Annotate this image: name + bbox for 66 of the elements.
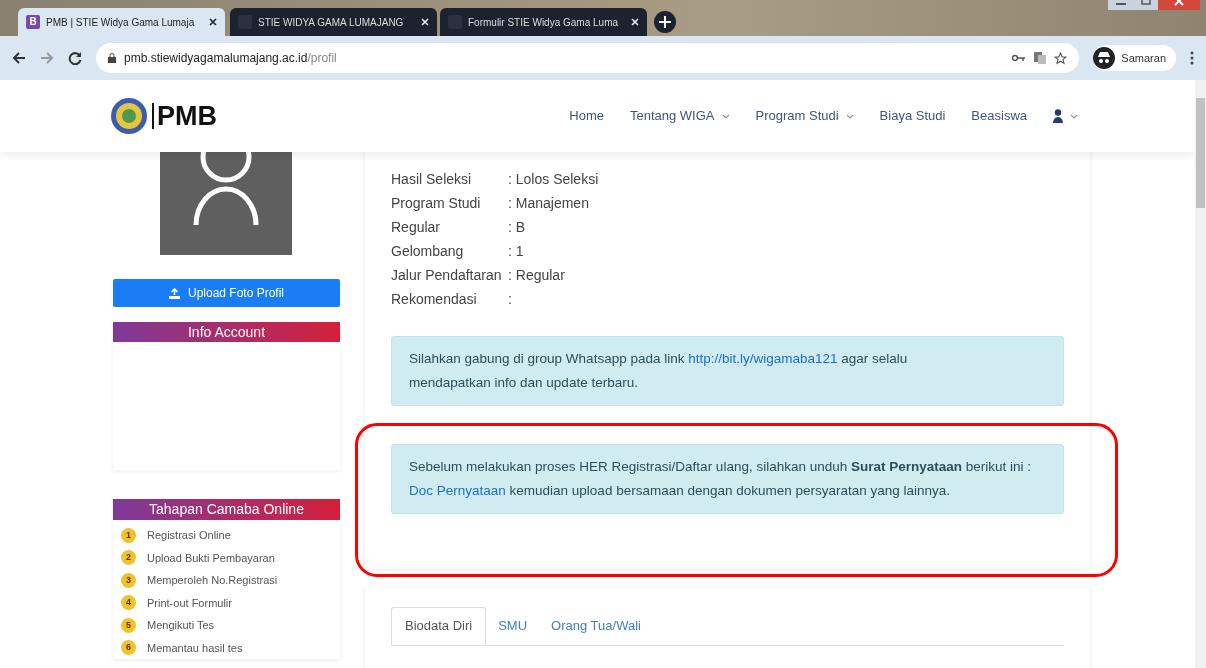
nav-link[interactable]: Tentang WIGA bbox=[629, 106, 730, 126]
step-number: 1 bbox=[121, 527, 136, 543]
field-label: Gelombang bbox=[391, 241, 465, 261]
key-icon[interactable] bbox=[1012, 54, 1027, 62]
browser-tab[interactable]: Formulir STIE Widya Gama Luma bbox=[440, 8, 647, 36]
info-alert: Sebelum melakukan proses HER Registrasi/Daftar ulang, silahkan unduh Surat Pernyataan berikut ini : Doc Pernyataan kemudian upload bersamaan dengan dokumen persyaratan yang lainnya. bbox=[391, 444, 1064, 514]
step-number: 3 bbox=[121, 572, 136, 588]
field-value: : Regular bbox=[508, 265, 565, 285]
detail-tab[interactable]: Biodata Diri bbox=[391, 607, 487, 645]
field-value: : 1 bbox=[508, 241, 524, 261]
browser-tab[interactable]: STIE WIDYA GAMA LUMAJANG bbox=[230, 8, 437, 36]
translate-icon[interactable] bbox=[1034, 52, 1047, 64]
upload-icon bbox=[168, 287, 180, 299]
nav-link[interactable]: Home bbox=[569, 106, 604, 126]
step-number: 6 bbox=[121, 640, 136, 656]
nav-link[interactable]: Biaya Studi bbox=[879, 106, 946, 126]
field-label: Regular bbox=[391, 217, 442, 237]
user-menu[interactable] bbox=[1053, 109, 1078, 123]
detail-tab[interactable]: SMU bbox=[486, 607, 540, 645]
brand-name[interactable]: PMB bbox=[157, 95, 217, 137]
step-label: Print-out Formulir bbox=[147, 595, 232, 611]
favicon: B bbox=[26, 15, 40, 29]
link[interactable]: http://bit.ly/wigamaba121 bbox=[688, 351, 838, 366]
field-label: Rekomendasi bbox=[391, 289, 478, 309]
scrollbar[interactable] bbox=[1195, 80, 1206, 668]
nav-link[interactable]: Beasiswa bbox=[971, 106, 1027, 126]
field-value: : Manajemen bbox=[508, 193, 589, 213]
logo-icon bbox=[110, 97, 148, 135]
field-value: : bbox=[508, 289, 512, 309]
browser-tab[interactable]: B PMB | STIE Widya Gama Lumaja bbox=[18, 8, 225, 36]
tab-title: PMB | STIE Widya Gama Lumaja bbox=[46, 15, 196, 30]
new-tab-icon[interactable] bbox=[654, 11, 676, 33]
step-label: Memantau hasil tes bbox=[147, 640, 243, 656]
steps-header: Tahapan Camaba Online bbox=[113, 499, 340, 520]
star-icon[interactable] bbox=[1054, 51, 1068, 65]
step-label: Memperoleh No.Registrasi bbox=[147, 573, 278, 588]
menu-icon[interactable] bbox=[1190, 51, 1194, 65]
step-number: 4 bbox=[121, 595, 136, 611]
field-label: Jalur Pendaftaran bbox=[391, 265, 503, 285]
field-value: : B bbox=[508, 217, 526, 237]
step-label: Registrasi Online bbox=[147, 528, 231, 543]
step-number: 5 bbox=[121, 617, 136, 633]
tab-title: Formulir STIE Widya Gama Luma bbox=[468, 15, 620, 30]
step-number: 2 bbox=[121, 550, 136, 566]
tab-title: STIE WIDYA GAMA LUMAJANG bbox=[258, 15, 405, 30]
detail-tab[interactable]: Orang Tua/Wali bbox=[539, 607, 653, 645]
user-icon bbox=[1053, 109, 1063, 123]
lock-icon bbox=[108, 53, 116, 63]
address-bar[interactable]: pmb.stiewidyagamalumajang.ac.id/profil bbox=[96, 43, 1080, 73]
link[interactable]: Doc Pernyataan bbox=[409, 483, 506, 498]
close-icon[interactable] bbox=[209, 18, 217, 26]
field-label: Hasil Seleksi bbox=[391, 169, 473, 189]
incognito-icon bbox=[1093, 47, 1116, 69]
reload-icon[interactable] bbox=[68, 51, 82, 65]
caret-icon bbox=[1070, 113, 1078, 119]
step-label: Upload Bukti Pembayaran bbox=[147, 550, 275, 566]
info-account-header: Info Account bbox=[113, 322, 340, 342]
back-icon[interactable] bbox=[12, 51, 26, 65]
step-label: Mengikuti Tes bbox=[147, 618, 215, 633]
field-value: : Lolos Seleksi bbox=[508, 169, 599, 189]
profile-chip[interactable]: Samaran bbox=[1093, 45, 1176, 71]
field-label: Program Studi bbox=[391, 193, 482, 213]
nav-link[interactable]: Program Studi bbox=[755, 106, 854, 126]
url-text: pmb.stiewidyagamalumajang.ac.id/profil bbox=[124, 50, 337, 67]
upload-photo-button[interactable]: Upload Foto Profil bbox=[113, 279, 340, 307]
info-alert: Silahkan gabung di group Whatsapp pada link http://bit.ly/wigamaba121 agar selalu mendapatkan info dan update terbaru. bbox=[391, 336, 1064, 406]
